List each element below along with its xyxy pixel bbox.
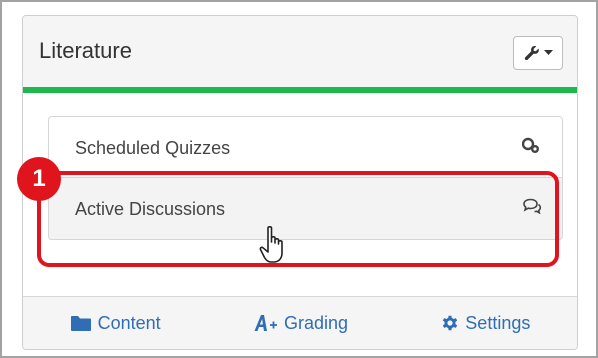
highlight-box — [37, 171, 559, 267]
content-link-label: Content — [97, 312, 161, 333]
card-footer: Content Grading Settings — [23, 296, 577, 349]
grading-link-label: Grading — [283, 312, 349, 333]
step-badge: 1 — [17, 157, 61, 201]
content-link[interactable]: Content — [70, 313, 161, 334]
folder-icon — [70, 315, 91, 331]
settings-link-label: Settings — [465, 312, 531, 333]
list-item-scheduled-quizzes[interactable]: Scheduled Quizzes — [48, 116, 563, 178]
caret-down-icon — [543, 50, 553, 55]
card-header: Literature — [23, 16, 577, 93]
settings-link[interactable]: Settings — [441, 313, 530, 334]
hand-cursor-icon — [259, 226, 283, 263]
list-item-label: Scheduled Quizzes — [75, 138, 231, 158]
grading-link[interactable]: Grading — [254, 313, 348, 334]
tools-dropdown-button[interactable] — [513, 36, 563, 70]
grading-icon — [254, 315, 277, 331]
gear-icon — [443, 315, 458, 331]
quiz-icon — [522, 137, 539, 153]
course-title: Literature — [39, 38, 132, 63]
wrench-icon — [524, 46, 539, 61]
